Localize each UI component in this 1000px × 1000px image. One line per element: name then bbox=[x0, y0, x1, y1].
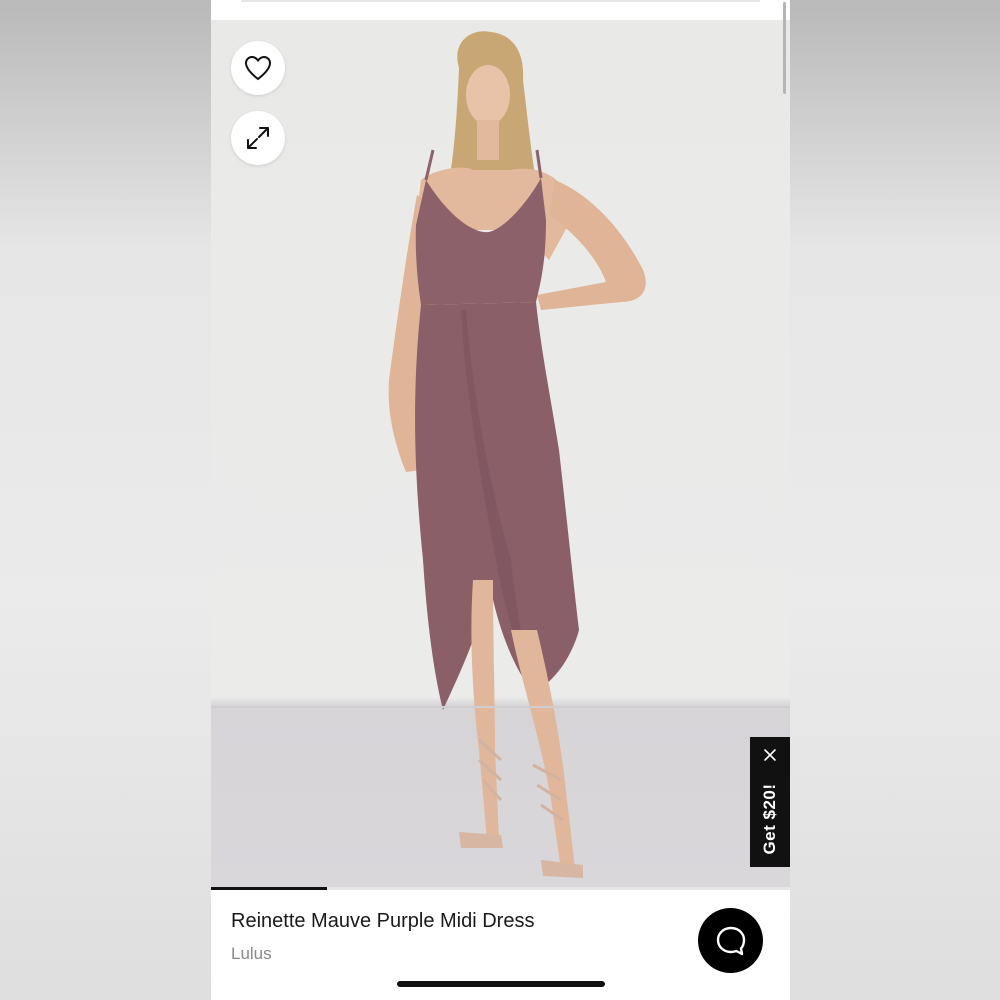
model-photo bbox=[388, 31, 646, 878]
favorite-button[interactable] bbox=[231, 41, 285, 95]
product-brand[interactable]: Lulus bbox=[231, 944, 272, 964]
floor-edge bbox=[211, 706, 790, 708]
search-bar-edge[interactable] bbox=[241, 0, 760, 2]
scrollbar[interactable] bbox=[783, 2, 786, 94]
expand-image-button[interactable] bbox=[231, 111, 285, 165]
gallery-progress-fill bbox=[211, 887, 327, 890]
product-image[interactable]: Get $20! bbox=[211, 20, 790, 888]
heart-outline-icon bbox=[244, 55, 272, 81]
gallery-progress-track bbox=[211, 887, 790, 890]
background-right bbox=[790, 0, 1000, 1000]
phone-screen: Get $20! Reinette Mauve Purple Midi Dres… bbox=[211, 0, 790, 1000]
chat-bubble-icon bbox=[716, 926, 745, 955]
home-indicator[interactable] bbox=[397, 981, 605, 987]
top-bar bbox=[211, 0, 790, 20]
chat-button[interactable] bbox=[698, 908, 763, 973]
promo-tab[interactable]: Get $20! bbox=[750, 737, 790, 867]
promo-label[interactable]: Get $20! bbox=[760, 783, 780, 854]
expand-arrows-icon bbox=[247, 127, 269, 149]
product-title: Reinette Mauve Purple Midi Dress bbox=[231, 910, 535, 932]
background-left bbox=[0, 0, 211, 1000]
close-icon[interactable] bbox=[762, 747, 778, 763]
